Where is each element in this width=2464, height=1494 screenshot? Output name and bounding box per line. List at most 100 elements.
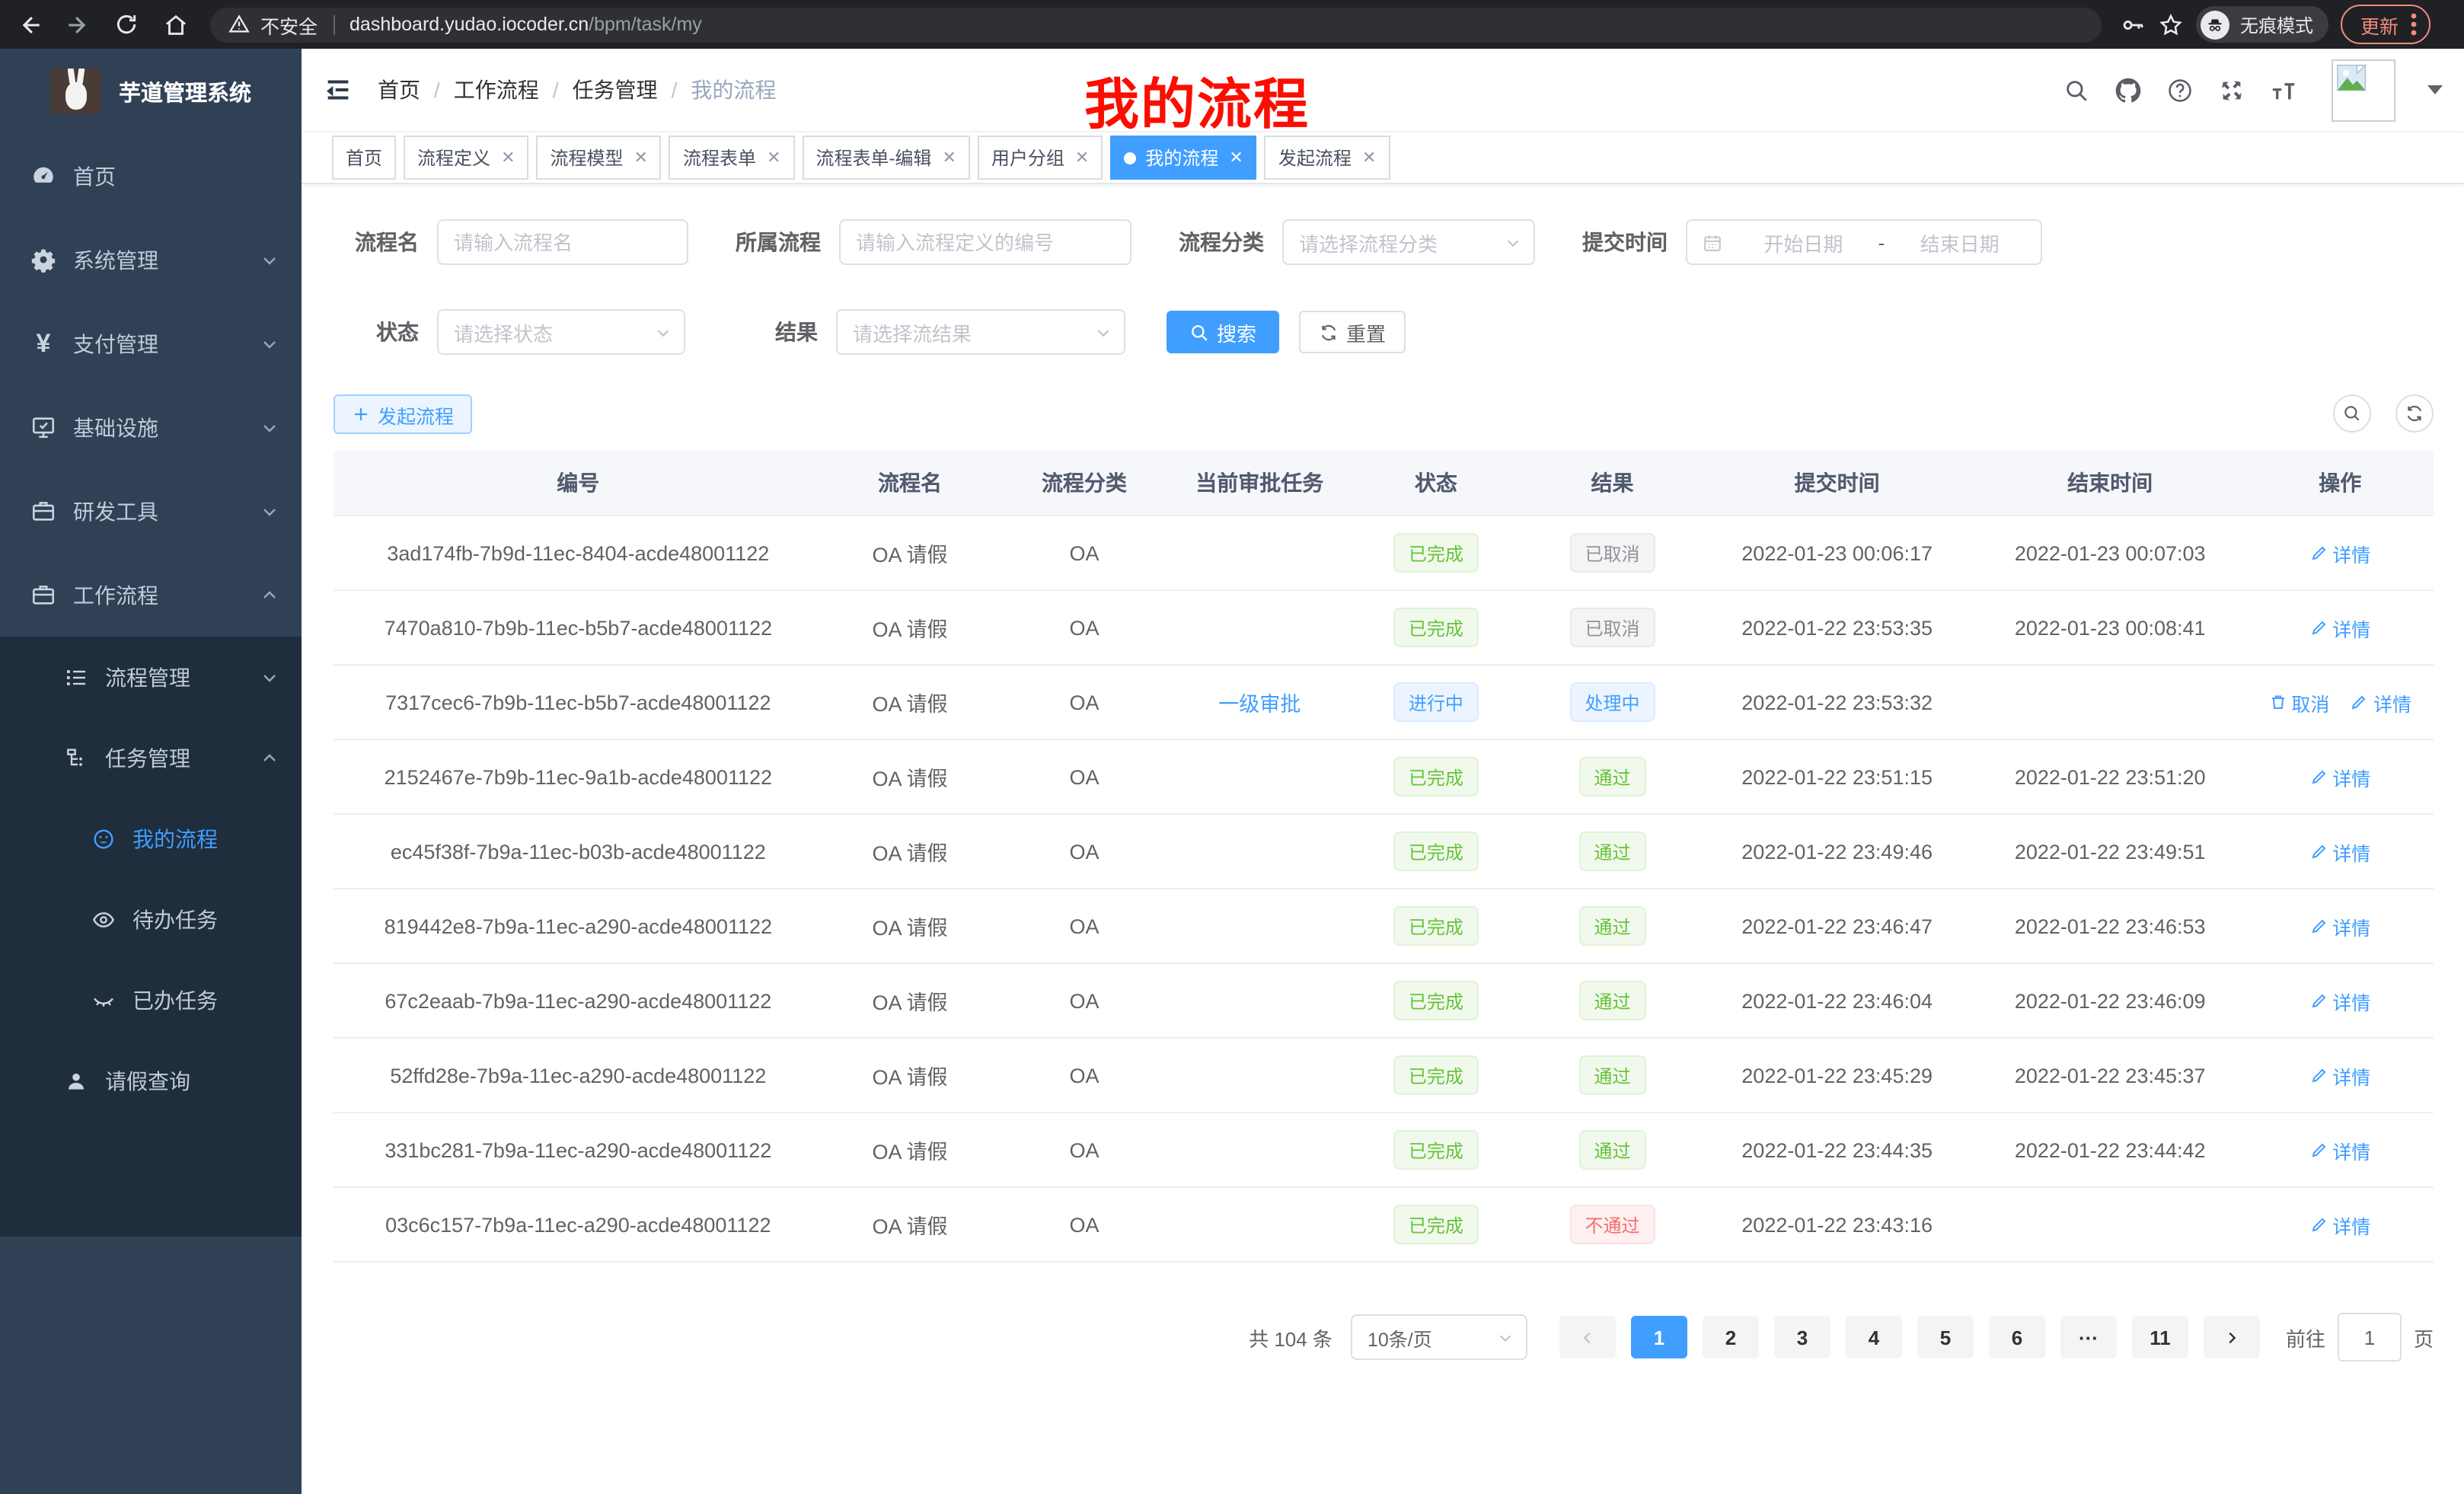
field-label: 提交时间 [1576, 227, 1668, 257]
process-definition-input[interactable] [839, 219, 1131, 265]
sidebar-item-done-tasks[interactable]: 已办任务 [0, 959, 302, 1040]
detail-link[interactable]: 详情 [2309, 1061, 2370, 1090]
breadcrumb-item[interactable]: 任务管理 [573, 75, 658, 105]
tab-close-icon[interactable]: ✕ [634, 148, 648, 168]
chevron-left-icon [1579, 1329, 1596, 1346]
sidebar-menu: 首页 系统管理 ¥ 支付管理 基础设施 研发工具 [0, 134, 302, 1237]
tab-my-process[interactable]: 我的流程✕ [1110, 136, 1256, 180]
detail-link[interactable]: 详情 [2309, 911, 2370, 940]
page-more-button[interactable]: ··· [2060, 1316, 2117, 1358]
goto-page-input[interactable] [2338, 1313, 2402, 1362]
sidebar-item-process-management[interactable]: 流程管理 [0, 637, 302, 717]
tab-process-definition[interactable]: 流程定义 ✕ [404, 136, 528, 180]
page-button-5[interactable]: 5 [1917, 1316, 1974, 1358]
breadcrumb-item[interactable]: 首页 [378, 75, 420, 105]
detail-label: 详情 [2332, 613, 2370, 642]
tab-process-form-edit[interactable]: 流程表单-编辑✕ [802, 136, 969, 180]
search-icon[interactable] [2063, 77, 2089, 103]
reset-button[interactable]: 重置 [1299, 311, 1406, 353]
cell-submit-time: 2022-01-22 23:46:04 [1700, 963, 1974, 1038]
detail-link[interactable]: 详情 [2309, 1210, 2370, 1239]
sidebar-item-leave-query[interactable]: 请假查询 [0, 1040, 302, 1121]
app-logo-row[interactable]: 芋道管理系统 [0, 49, 302, 134]
github-icon[interactable] [2115, 77, 2141, 103]
detail-link[interactable]: 详情 [2309, 1135, 2370, 1164]
screen: 不安全 dashboard.yudao.iocoder.cn/bpm/task/… [0, 0, 2464, 1494]
page-button-2[interactable]: 2 [1703, 1316, 1759, 1358]
page-button-1[interactable]: 1 [1631, 1316, 1687, 1358]
browser-reload-button[interactable] [107, 5, 146, 44]
sidebar-item-infrastructure[interactable]: 基础设施 [0, 385, 302, 469]
prev-page-button[interactable] [1559, 1316, 1616, 1358]
start-process-button[interactable]: 发起流程 [334, 394, 472, 434]
address-bar[interactable]: 不安全 dashboard.yudao.iocoder.cn/bpm/task/… [210, 7, 2102, 42]
browser-home-button[interactable] [155, 5, 195, 44]
browser-back-button[interactable] [9, 5, 49, 44]
sidebar-item-system[interactable]: 系统管理 [0, 218, 302, 302]
detail-link[interactable]: 详情 [2309, 762, 2370, 791]
edit-pen-icon [2309, 1141, 2328, 1159]
navbar-actions [2063, 49, 2443, 131]
page-button-4[interactable]: 4 [1846, 1316, 1902, 1358]
tab-start-process[interactable]: 发起流程✕ [1265, 136, 1390, 180]
page-button-3[interactable]: 3 [1774, 1316, 1830, 1358]
breadcrumb-item[interactable]: 工作流程 [454, 75, 539, 105]
tab-close-icon[interactable]: ✕ [942, 148, 956, 168]
avatar-caret-icon[interactable] [2427, 85, 2443, 94]
hamburger-menu-icon[interactable] [323, 75, 353, 105]
sidebar-item-devtools[interactable]: 研发工具 [0, 469, 302, 553]
filter-row-2: 状态 请选择状态 结果 请选择流结果 搜索 [334, 309, 2434, 355]
sidebar-item-home[interactable]: 首页 [0, 134, 302, 218]
submit-time-range-picker[interactable]: 开始日期 - 结束日期 [1686, 219, 2042, 265]
detail-link[interactable]: 详情 [2309, 986, 2370, 1015]
bookmark-star-icon[interactable] [2158, 11, 2184, 37]
avatar[interactable] [2332, 59, 2395, 121]
sidebar-item-payment[interactable]: ¥ 支付管理 [0, 302, 302, 385]
tab-home[interactable]: 首页 [332, 136, 396, 180]
refresh-table-button[interactable] [2395, 394, 2434, 433]
column-header: 当前审批任务 [1171, 451, 1348, 516]
tab-label: 流程定义 [417, 145, 490, 171]
tab-user-group[interactable]: 用户分组✕ [978, 136, 1103, 180]
sidebar-item-task-management[interactable]: 任务管理 [0, 717, 302, 798]
current-task-link[interactable]: 一级审批 [1218, 687, 1301, 717]
cell-task [1171, 889, 1348, 963]
page-button-6[interactable]: 6 [1989, 1316, 2045, 1358]
sidebar-item-label: 系统管理 [73, 244, 158, 275]
tab-process-form[interactable]: 流程表单✕ [669, 136, 794, 180]
detail-link[interactable]: 详情 [2309, 613, 2370, 642]
cell-submit-time: 2022-01-22 23:43:16 [1700, 1187, 1974, 1262]
tab-close-icon[interactable]: ✕ [1362, 148, 1376, 168]
detail-link[interactable]: 详情 [2351, 688, 2411, 717]
search-button[interactable]: 搜索 [1167, 311, 1279, 353]
page-button-11[interactable]: 11 [2132, 1316, 2188, 1358]
result-select[interactable]: 请选择流结果 [836, 309, 1125, 355]
font-size-icon[interactable] [2271, 77, 2296, 103]
password-key-icon[interactable] [2120, 11, 2146, 37]
cell-submit-time: 2022-01-22 23:53:32 [1700, 665, 1974, 739]
sidebar-item-todo-tasks[interactable]: 待办任务 [0, 879, 302, 959]
process-name-input[interactable] [437, 219, 688, 265]
browser-update-button[interactable]: 更新 [2341, 5, 2430, 44]
tab-close-icon[interactable]: ✕ [501, 148, 515, 168]
refresh-icon [1319, 322, 1339, 342]
hide-search-button[interactable] [2333, 394, 2371, 433]
next-page-button[interactable] [2204, 1316, 2260, 1358]
tab-close-icon[interactable]: ✕ [1229, 148, 1243, 168]
fullscreen-icon[interactable] [2219, 77, 2245, 103]
detail-link[interactable]: 详情 [2309, 538, 2370, 567]
process-category-select[interactable]: 请选择流程分类 [1282, 219, 1535, 265]
tab-close-icon[interactable]: ✕ [1075, 148, 1089, 168]
update-label: 更新 [2360, 10, 2399, 39]
browser-forward-button[interactable] [58, 5, 97, 44]
cancel-link[interactable]: 取消 [2268, 688, 2329, 717]
sidebar-item-my-process[interactable]: 我的流程 [0, 798, 302, 879]
help-icon[interactable] [2167, 77, 2193, 103]
page-size-select[interactable]: 10条/页 [1351, 1314, 1527, 1360]
sidebar-item-workflow[interactable]: 工作流程 [0, 553, 302, 637]
tab-close-icon[interactable]: ✕ [767, 148, 780, 168]
detail-link[interactable]: 详情 [2309, 837, 2370, 866]
tab-process-model[interactable]: 流程模型✕ [537, 136, 662, 180]
browser-menu-dots-icon[interactable] [2411, 12, 2417, 37]
status-select[interactable]: 请选择状态 [437, 309, 685, 355]
